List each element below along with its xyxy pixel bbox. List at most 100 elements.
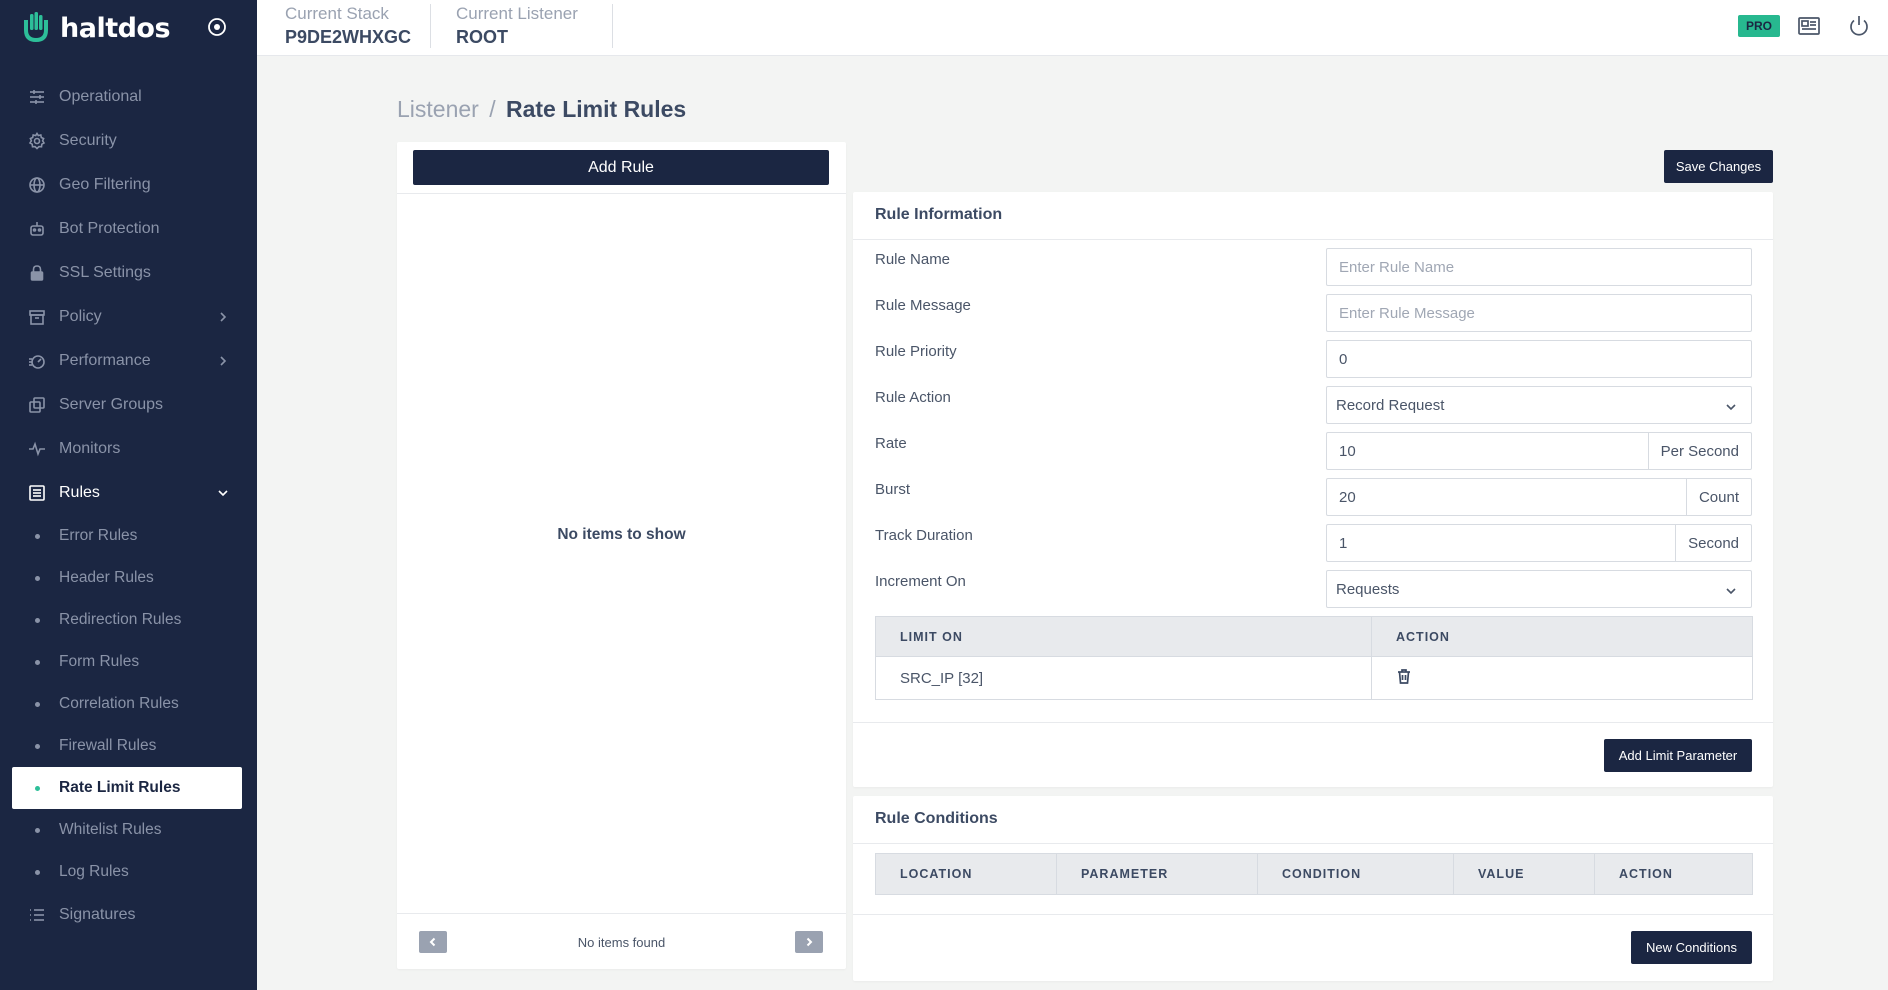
sidebar-item-label: Geo Filtering [59,176,151,193]
sidebar-item-label: Operational [59,88,142,105]
divider [853,843,1773,844]
sidebar-item-label: Server Groups [59,396,164,413]
sidebar-toggle-icon[interactable] [206,16,228,38]
chevron-down-icon [1725,400,1737,412]
archive-icon [28,308,46,326]
conditions-table: LOCATION PARAMETER CONDITION VALUE ACTIO… [875,853,1753,895]
top-header: Current Stack P9DE2WHXGC Current Listene… [257,0,1888,56]
breadcrumb-separator: / [489,96,496,122]
sidebar-subitem-whitelist-rules[interactable]: Whitelist Rules [0,809,257,851]
sidebar-subitem-label: Correlation Rules [59,695,179,712]
increment-on-value: Requests [1336,580,1400,598]
sidebar-item-operational[interactable]: Operational [0,75,257,119]
sidebar-subitem-error-rules[interactable]: Error Rules [0,515,257,557]
power-icon[interactable] [1847,14,1871,38]
rate-label: Rate [875,435,907,452]
rule-name-input[interactable]: Enter Rule Name [1326,248,1752,286]
track-duration-unit: Second [1675,524,1751,562]
current-listener-label: Current Listener [456,4,578,23]
track-duration-label: Track Duration [875,527,973,544]
divider [853,239,1773,240]
column-header-value: VALUE [1454,854,1595,894]
rule-message-input[interactable]: Enter Rule Message [1326,294,1752,332]
logo[interactable]: haltdos [22,8,171,48]
column-header-parameter: PARAMETER [1057,854,1258,894]
breadcrumb: Listener / Rate Limit Rules [397,96,686,123]
add-limit-parameter-button[interactable]: Add Limit Parameter [1604,739,1752,772]
add-rule-button[interactable]: Add Rule [413,150,829,185]
column-header-action: ACTION [1619,867,1673,881]
lock-icon [28,264,46,282]
sidebar-item-server-groups[interactable]: Server Groups [0,383,257,427]
rule-priority-label: Rule Priority [875,343,957,360]
card-title: Rule Information [875,206,1003,223]
sidebar-subitem-header-rules[interactable]: Header Rules [0,557,257,599]
chevron-right-icon [217,310,229,322]
divider [397,913,846,914]
sidebar-subitem-label: Header Rules [59,569,154,586]
sidebar-subitem-rate-limit-rules[interactable]: Rate Limit Rules [12,767,242,809]
sidebar-item-label: Policy [59,308,102,325]
next-page-button[interactable] [795,931,823,953]
brand-name: haltdos [60,12,171,44]
globe-icon [28,176,46,194]
table-header: LOCATION PARAMETER CONDITION VALUE ACTIO… [876,854,1752,894]
pager-status: No items found [577,935,666,950]
save-changes-button[interactable]: Save Changes [1664,150,1773,183]
sidebar-subitem-label: Error Rules [59,527,138,544]
current-stack[interactable]: Current Stack P9DE2WHXGC [285,4,431,50]
trash-icon[interactable] [1396,668,1412,688]
bullet-icon [35,618,40,623]
sidebar-item-policy[interactable]: Policy [0,295,257,339]
increment-on-select[interactable]: Requests [1326,570,1752,608]
sliders-icon [28,88,46,106]
sidebar-subitem-firewall-rules[interactable]: Firewall Rules [0,725,257,767]
sidebar-subitem-label: Rate Limit Rules [59,779,181,796]
track-duration-input[interactable]: 1 Second [1326,524,1752,562]
burst-input[interactable]: 20 Count [1326,478,1752,516]
bullet-icon [35,702,40,707]
current-stack-value: P9DE2WHXGC [285,27,412,47]
rate-input[interactable]: 10 Per Second [1326,432,1752,470]
sidebar-item-monitors[interactable]: Monitors [0,427,257,471]
bullet-icon [35,534,40,539]
rule-action-label: Rule Action [875,389,951,406]
rule-name-label: Rule Name [875,251,951,268]
sidebar-item-label: SSL Settings [59,264,151,281]
divider [853,722,1773,723]
current-listener[interactable]: Current Listener ROOT [456,4,598,50]
sidebar-item-security[interactable]: Security [0,119,257,163]
news-icon[interactable] [1797,14,1821,38]
column-header-location: LOCATION [876,854,1057,894]
pulse-icon [28,440,46,458]
rule-action-value: Record Request [1336,396,1445,414]
burst-unit: Count [1685,478,1751,516]
new-conditions-button[interactable]: New Conditions [1631,931,1752,964]
list-icon [28,484,46,502]
chevron-down-icon [217,486,229,498]
track-duration-value: 1 [1339,534,1348,552]
sidebar-item-bot-protection[interactable]: Bot Protection [0,207,257,251]
rule-priority-input[interactable]: 0 [1326,340,1752,378]
sidebar-item-geo-filtering[interactable]: Geo Filtering [0,163,257,207]
rule-action-select[interactable]: Record Request [1326,386,1752,424]
rule-information-card: Rule Information Rule Name Enter Rule Na… [853,192,1773,787]
table-header: LIMIT ON ACTION [876,617,1752,657]
bullet-icon [35,744,40,749]
sidebar-subitem-form-rules[interactable]: Form Rules [0,641,257,683]
header-divider [612,4,613,48]
sidebar-item-rules[interactable]: Rules [0,471,257,515]
sidebar-subitem-correlation-rules[interactable]: Correlation Rules [0,683,257,725]
burst-value: 20 [1339,488,1356,506]
page-title: Rate Limit Rules [506,96,687,122]
burst-label: Burst [875,481,911,498]
sidebar-subitem-redirection-rules[interactable]: Redirection Rules [0,599,257,641]
sidebar-subitem-log-rules[interactable]: Log Rules [0,851,257,893]
sidebar-item-signatures[interactable]: Signatures [0,893,257,937]
bullet-icon [35,870,40,875]
sidebar-item-label: Signatures [59,906,136,923]
breadcrumb-parent[interactable]: Listener [397,96,479,122]
bullet-icon [35,660,40,665]
sidebar-item-ssl-settings[interactable]: SSL Settings [0,251,257,295]
sidebar-item-performance[interactable]: Performance [0,339,257,383]
